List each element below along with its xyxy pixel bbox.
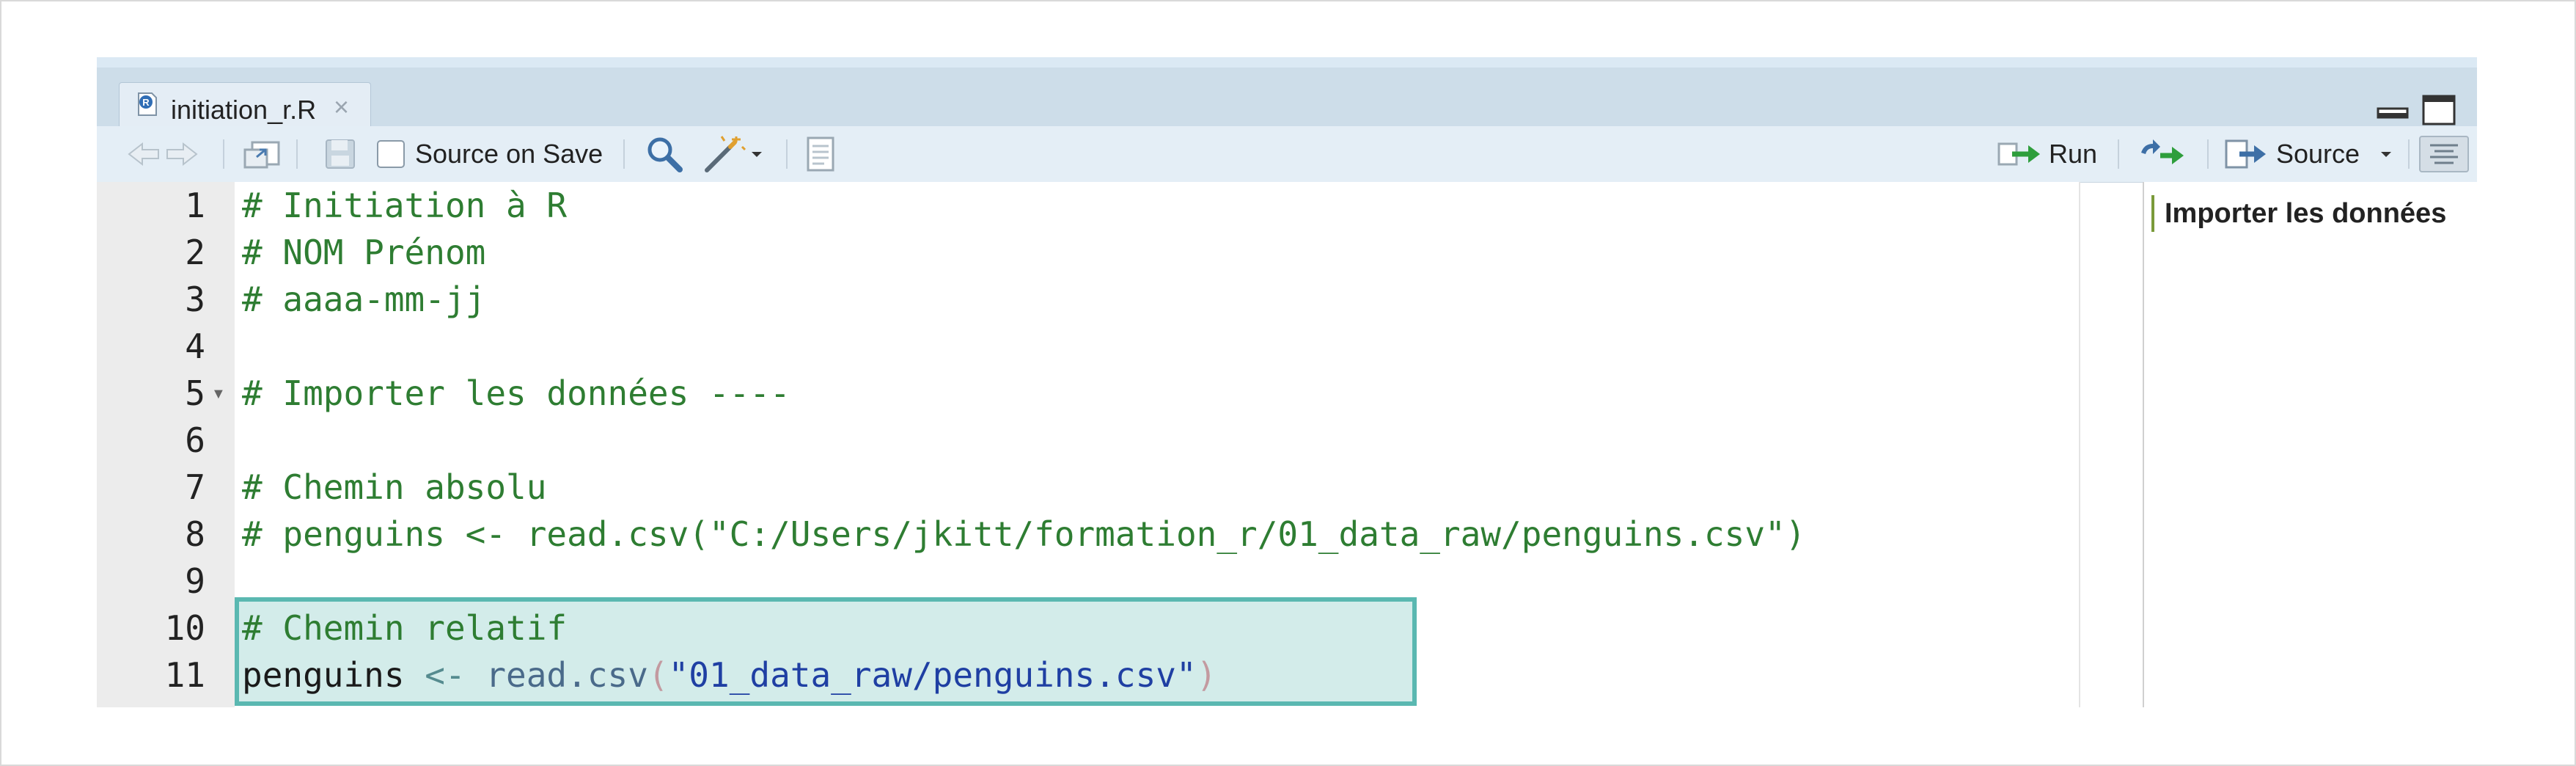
editor-toolbar: Source on Save Run Source bbox=[97, 126, 2477, 183]
outline-item-importer[interactable]: Importer les données bbox=[2151, 195, 2446, 232]
show-in-window-button[interactable] bbox=[242, 126, 282, 182]
notebook-icon bbox=[807, 136, 834, 172]
code-line-1: # Initiation à R bbox=[242, 186, 568, 225]
code-line-8: # penguins <- read.csv("C:/Users/jkitt/f… bbox=[242, 514, 1806, 554]
code-tools-button[interactable] bbox=[702, 126, 764, 182]
search-icon bbox=[647, 137, 683, 172]
source-label: Source bbox=[2276, 139, 2360, 169]
toolbar-separator bbox=[296, 139, 298, 169]
toolbar-separator bbox=[2408, 139, 2410, 169]
rerun-icon bbox=[2141, 139, 2184, 164]
forward-arrow-icon bbox=[166, 142, 198, 167]
chevron-down-icon bbox=[752, 152, 762, 157]
code-line-5: # Importer les données ---- bbox=[242, 373, 790, 413]
paren-close-token: ) bbox=[1196, 655, 1217, 695]
code-line-3: # aaaa-mm-jj bbox=[242, 280, 486, 319]
print-margin-line bbox=[2079, 182, 2080, 707]
line-number: 7 bbox=[185, 467, 205, 507]
maximize-icon[interactable] bbox=[2421, 94, 2456, 126]
toolbar-separator bbox=[786, 139, 788, 169]
line-number: 2 bbox=[185, 233, 205, 272]
tab-bar: R initiation_r.R × bbox=[97, 57, 2477, 136]
run-label: Run bbox=[2049, 139, 2098, 169]
tab-title: initiation_r.R bbox=[171, 95, 317, 125]
forward-button[interactable] bbox=[164, 126, 199, 182]
toolbar-separator bbox=[2118, 139, 2119, 169]
source-on-save-toggle[interactable]: Source on Save bbox=[377, 126, 603, 182]
source-editor-pane: R initiation_r.R × Source on Save Run So… bbox=[97, 57, 2477, 707]
toolbar-separator bbox=[623, 139, 625, 169]
save-button[interactable] bbox=[324, 126, 356, 182]
code-line-7: # Chemin absolu bbox=[242, 467, 547, 507]
save-icon bbox=[326, 139, 355, 169]
run-button[interactable]: Run bbox=[1997, 126, 2097, 182]
code-line-2: # NOM Prénom bbox=[242, 233, 486, 272]
source-on-save-label: Source on Save bbox=[415, 139, 603, 169]
r-file-icon: R bbox=[138, 92, 157, 116]
line-number-gutter: 1 2 3 4 5 ▼ 6 7 8 9 10 11 bbox=[97, 182, 235, 707]
outline-toggle-icon bbox=[2419, 136, 2469, 172]
minimize-icon[interactable] bbox=[2376, 94, 2410, 123]
line-number: 1 bbox=[185, 186, 205, 225]
source-on-save-checkbox[interactable] bbox=[377, 140, 405, 168]
close-tab-icon[interactable]: × bbox=[334, 92, 349, 123]
show-in-window-icon bbox=[243, 141, 280, 169]
variable-token: penguins bbox=[242, 655, 405, 695]
code-line-11: penguins <- read.csv("01_data_raw/pengui… bbox=[242, 652, 1217, 698]
code-line-10: # Chemin relatif bbox=[242, 608, 568, 648]
source-icon bbox=[2225, 139, 2266, 169]
compile-report-button[interactable] bbox=[804, 126, 837, 182]
line-number: 5 bbox=[185, 373, 205, 413]
magic-wand-icon bbox=[705, 136, 746, 172]
svg-text:R: R bbox=[142, 97, 150, 108]
source-button[interactable]: Source bbox=[2223, 126, 2393, 182]
line-number: 10 bbox=[164, 608, 205, 648]
line-number: 8 bbox=[185, 514, 205, 554]
function-token: read.csv bbox=[485, 655, 648, 695]
chevron-down-icon[interactable] bbox=[2379, 147, 2393, 161]
back-button[interactable] bbox=[126, 126, 161, 182]
line-number: 3 bbox=[185, 280, 205, 319]
run-icon bbox=[1997, 142, 2040, 166]
outline-toggle-button[interactable] bbox=[2418, 126, 2470, 182]
fold-toggle-icon[interactable]: ▼ bbox=[211, 386, 226, 403]
line-number: 4 bbox=[185, 327, 205, 366]
toolbar-separator bbox=[223, 139, 224, 169]
string-token: "01_data_raw/penguins.csv" bbox=[668, 655, 1197, 695]
back-arrow-icon bbox=[128, 142, 159, 167]
line-number: 6 bbox=[185, 420, 205, 460]
find-replace-button[interactable] bbox=[645, 126, 683, 182]
line-number: 9 bbox=[185, 561, 205, 601]
paren-open-token: ( bbox=[647, 655, 669, 695]
document-outline-pane: Importer les données bbox=[2143, 182, 2477, 707]
toolbar-separator bbox=[2207, 139, 2209, 169]
rerun-button[interactable] bbox=[2137, 126, 2185, 182]
assign-operator-token: <- bbox=[404, 655, 486, 695]
line-number: 11 bbox=[164, 655, 205, 695]
